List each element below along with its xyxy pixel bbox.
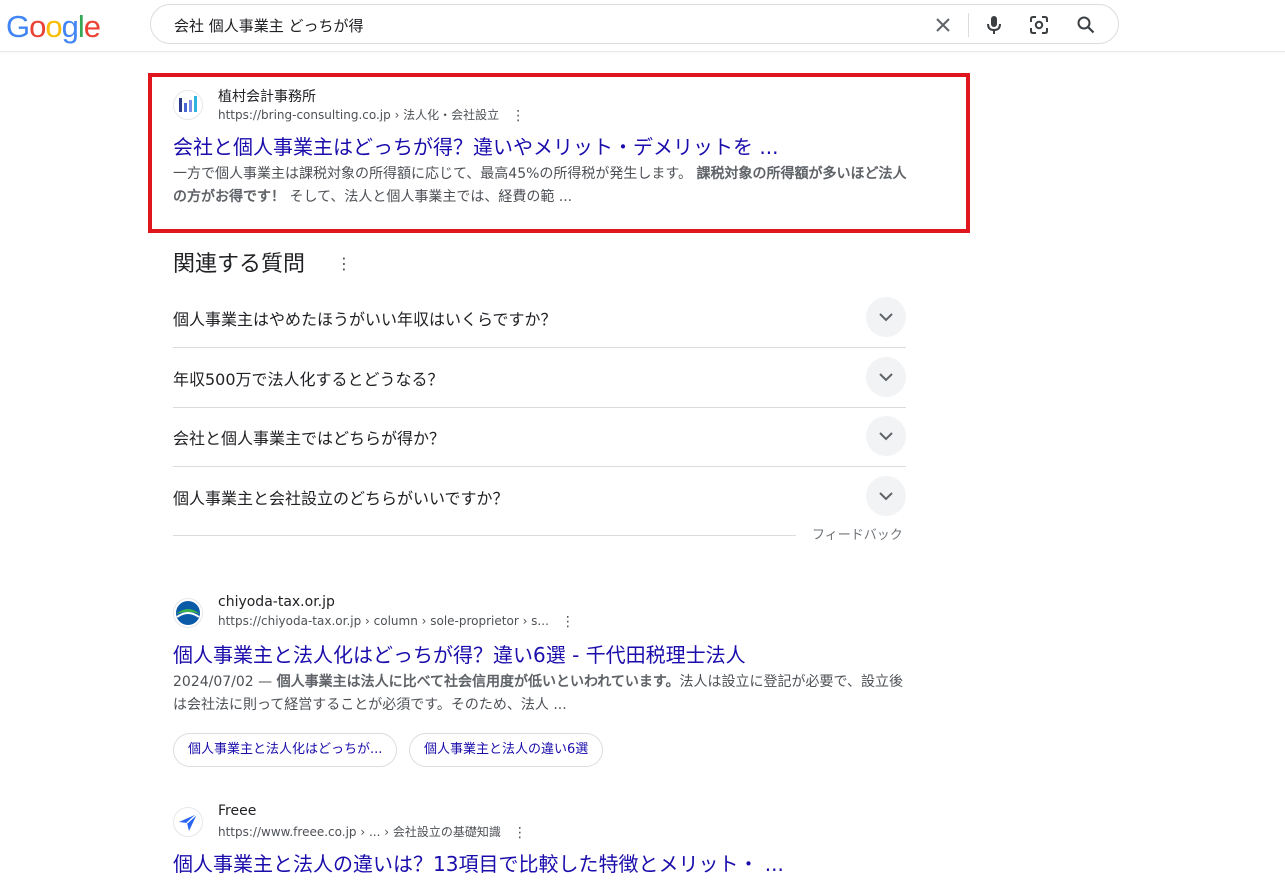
paa-question[interactable]: 会社と個人事業主ではどちらが得か？ bbox=[173, 407, 906, 467]
paa-question-text: 年収500万で法人化するとどうなる？ bbox=[173, 370, 444, 389]
more-options-icon[interactable]: ⋮ bbox=[513, 826, 527, 840]
chevron-down-icon[interactable] bbox=[866, 416, 906, 456]
url-text: https://bring-consulting.co.jp › 法人化・会社設… bbox=[218, 108, 500, 122]
mic-icon[interactable] bbox=[982, 13, 1006, 37]
snippet-text: 一方で個人事業主は課税対象の所得額に応じて、最高45%の所得税が発生します。 bbox=[173, 166, 697, 182]
chevron-down-icon[interactable] bbox=[866, 297, 906, 337]
sitelink-chip[interactable]: 個人事業主と法人の違い6選 bbox=[409, 733, 604, 767]
search-result: 植村会計事務所 https://bring-consulting.co.jp ›… bbox=[173, 86, 913, 209]
result-site[interactable]: 植村会計事務所 https://bring-consulting.co.jp ›… bbox=[173, 86, 913, 123]
url-text: https://chiyoda-tax.or.jp › column › sol… bbox=[218, 614, 549, 628]
search-box[interactable]: 会社 個人事業主 どっちが得 bbox=[150, 4, 1119, 44]
paa-question[interactable]: 個人事業主と会社設立のどちらがいいですか？ bbox=[173, 467, 906, 527]
result-snippet: 一方で個人事業主は課税対象の所得額に応じて、最高45%の所得税が発生します。 課… bbox=[173, 163, 913, 209]
paa-question-text: 個人事業主と会社設立のどちらがいいですか？ bbox=[173, 489, 509, 508]
site-url: https://www.freee.co.jp › ... › 会社設立の基礎知… bbox=[218, 823, 527, 840]
result-site[interactable]: Freee https://www.freee.co.jp › ... › 会社… bbox=[173, 803, 913, 840]
close-icon[interactable] bbox=[931, 13, 955, 37]
paa-heading: 関連する質問 bbox=[173, 252, 306, 277]
paa-question[interactable]: 個人事業主はやめたほうがいい年収はいくらですか？ bbox=[173, 288, 906, 348]
logo-letter: o bbox=[45, 9, 62, 44]
snippet-date: 2024/07/02 — bbox=[173, 674, 277, 690]
favicon-icon bbox=[173, 90, 203, 120]
result-snippet: 2024/07/02 — 個人事業主は法人に比べて社会信用度が低いといわれていま… bbox=[173, 671, 913, 717]
site-name: chiyoda-tax.or.jp bbox=[218, 594, 335, 610]
logo-letter: e bbox=[83, 9, 101, 44]
site-name: Freee bbox=[218, 803, 257, 819]
sitelink-chip[interactable]: 個人事業主と法人化はどっちが... bbox=[173, 733, 398, 767]
lens-icon[interactable] bbox=[1027, 13, 1051, 37]
snippet-bold: 個人事業主は法人に比べて社会信用度が低いといわれています。 bbox=[276, 674, 680, 690]
google-logo[interactable]: Google bbox=[6, 9, 101, 45]
favicon-icon bbox=[173, 598, 203, 628]
divider bbox=[173, 535, 796, 536]
search-icon[interactable] bbox=[1074, 13, 1098, 37]
result-title-link[interactable]: 個人事業主と法人化はどっちが得？違い6選 - 千代田税理士法人 bbox=[173, 642, 913, 668]
logo-letter: G bbox=[6, 9, 30, 44]
site-name: 植村会計事務所 bbox=[218, 89, 316, 105]
paa-question-text: 個人事業主はやめたほうがいい年収はいくらですか？ bbox=[173, 310, 557, 329]
result-title-link[interactable]: 会社と個人事業主はどっちが得？違いやメリット・デメリットを ... bbox=[173, 134, 913, 160]
logo-letter: g bbox=[61, 9, 79, 44]
paa-question[interactable]: 年収500万で法人化するとどうなる？ bbox=[173, 348, 906, 408]
paa-question-text: 会社と個人事業主ではどちらが得か？ bbox=[173, 429, 446, 448]
result-title-link[interactable]: 個人事業主と法人の違いは？13項目で比較した特徴とメリット・ ... bbox=[173, 851, 913, 877]
chevron-down-icon[interactable] bbox=[866, 476, 906, 516]
site-url: https://bring-consulting.co.jp › 法人化・会社設… bbox=[218, 106, 525, 123]
search-input[interactable]: 会社 個人事業主 どっちが得 bbox=[174, 15, 364, 36]
site-url: https://chiyoda-tax.or.jp › column › sol… bbox=[218, 614, 575, 629]
search-result: Freee https://www.freee.co.jp › ... › 会社… bbox=[173, 803, 913, 877]
search-divider bbox=[968, 13, 969, 37]
favicon-icon bbox=[173, 807, 203, 837]
more-options-icon[interactable]: ⋮ bbox=[336, 254, 352, 273]
snippet-text: そして、法人と個人事業主では、経費の範 ... bbox=[285, 189, 573, 205]
result-site[interactable]: chiyoda-tax.or.jp https://chiyoda-tax.or… bbox=[173, 594, 913, 630]
url-text: https://www.freee.co.jp › ... › 会社設立の基礎知… bbox=[218, 825, 501, 839]
feedback-link[interactable]: フィードバック bbox=[812, 524, 903, 543]
header-bar: Google 会社 個人事業主 どっちが得 bbox=[0, 0, 1285, 52]
more-options-icon[interactable]: ⋮ bbox=[561, 615, 575, 629]
more-options-icon[interactable]: ⋮ bbox=[511, 109, 525, 123]
chevron-down-icon[interactable] bbox=[866, 357, 906, 397]
logo-letter: o bbox=[29, 9, 46, 44]
search-result: chiyoda-tax.or.jp https://chiyoda-tax.or… bbox=[173, 594, 913, 717]
